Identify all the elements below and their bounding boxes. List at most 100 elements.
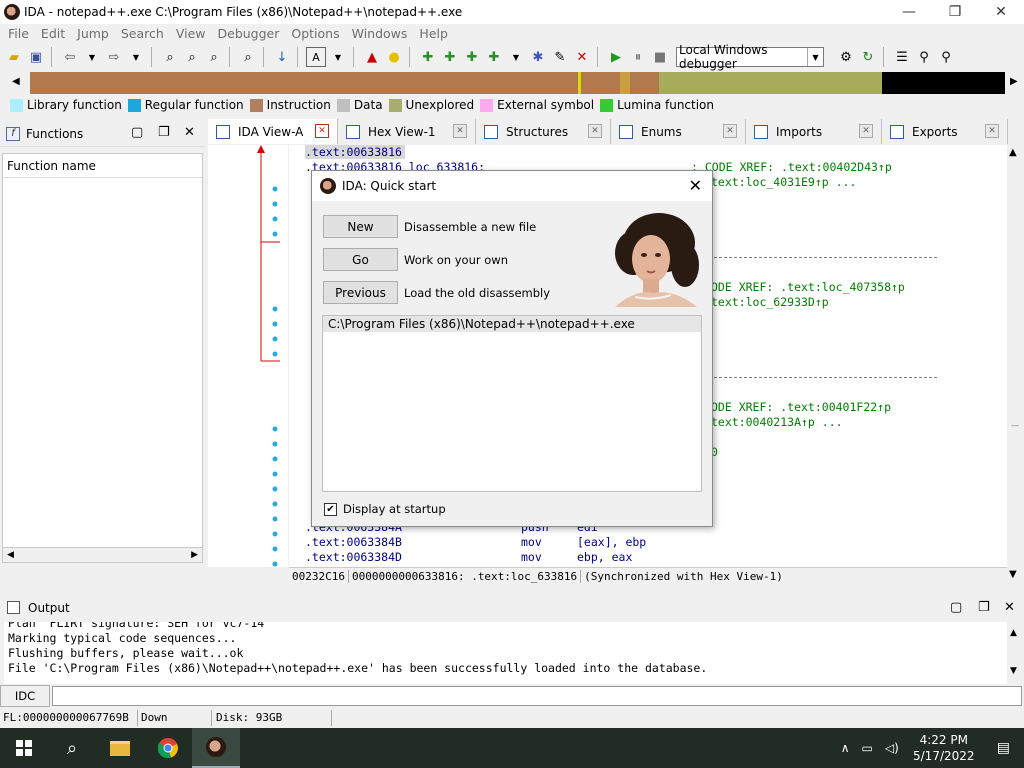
checkmark-icon[interactable]: ✔ — [324, 502, 337, 516]
breakpoints-list-icon[interactable]: ☰ — [892, 47, 912, 67]
close-tab-icon[interactable]: ✕ — [315, 124, 329, 138]
nav-band-right-arrow-icon[interactable]: ▶ — [1010, 76, 1018, 87]
notifications-icon[interactable]: ▤ — [983, 740, 1024, 756]
scroll-right-icon[interactable]: ▶ — [191, 550, 198, 560]
float-panel-icon[interactable]: ❐ — [158, 125, 170, 140]
menu-view[interactable]: View — [170, 26, 212, 41]
float-panel-icon[interactable]: ❐ — [978, 600, 990, 615]
close-tab-icon[interactable]: ✕ — [723, 124, 737, 138]
display-at-startup-checkbox[interactable]: ✔ Display at startup — [324, 502, 446, 516]
refresh-icon[interactable]: ↻ — [858, 47, 878, 67]
close-panel-icon[interactable]: ✕ — [1004, 600, 1015, 615]
search-next-icon[interactable]: ⌕ — [204, 47, 224, 67]
chevron-down-icon[interactable]: ▼ — [82, 47, 102, 67]
disasm-line[interactable]: .text:0063384D — [305, 550, 402, 564]
menu-help[interactable]: Help — [413, 26, 454, 41]
file-explorer-icon[interactable] — [96, 728, 144, 768]
add-function-icon[interactable]: ✚ — [418, 47, 438, 67]
close-window-button[interactable]: ✕ — [978, 0, 1024, 24]
tab-enums[interactable]: Enums ✕ — [611, 119, 746, 144]
chevron-down-icon[interactable]: ▼ — [807, 48, 823, 66]
back-arrow-icon[interactable]: ⇦ — [60, 47, 80, 67]
menu-options[interactable]: Options — [285, 26, 345, 41]
search-binary-icon[interactable]: ⌕ — [160, 47, 180, 67]
menu-jump[interactable]: Jump — [71, 26, 115, 41]
disasm-line[interactable]: .text:00633816 — [305, 145, 405, 159]
debugger-select[interactable]: Local Windows debugger ▼ — [676, 43, 824, 71]
functions-list[interactable]: Function name — [2, 153, 203, 563]
forward-arrow-icon[interactable]: ⇨ — [104, 47, 124, 67]
clock[interactable]: 4:22 PM 5/17/2022 — [905, 732, 983, 764]
jump-down-icon[interactable]: ↓ — [272, 47, 292, 67]
tab-ida-view-a[interactable]: IDA View-A ✕ — [208, 119, 338, 144]
search-text-icon[interactable]: ⌕ — [182, 47, 202, 67]
delete-icon[interactable]: ✕ — [572, 47, 592, 67]
text-mode-icon[interactable]: A — [306, 47, 326, 67]
maximize-panel-icon[interactable]: ▢ — [131, 125, 143, 140]
menu-windows[interactable]: Windows — [346, 26, 414, 41]
tab-imports[interactable]: Imports ✕ — [746, 119, 882, 144]
disasm-vscrollbar[interactable]: ▲ — ▼ — [1007, 145, 1024, 585]
functions-hscrollbar[interactable]: ◀ ▶ — [2, 547, 203, 563]
tab-exports[interactable]: Exports ✕ — [882, 119, 1008, 144]
close-tab-icon[interactable]: ✕ — [588, 124, 602, 138]
ida-taskbar-icon[interactable] — [192, 728, 240, 768]
add-breakpoint-icon[interactable]: ⚲ — [914, 47, 934, 67]
recent-files-list[interactable]: C:\Program Files (x86)\Notepad++\notepad… — [322, 315, 702, 492]
scroll-down-icon[interactable]: ▼ — [1010, 666, 1017, 676]
minimize-button[interactable]: — — [886, 0, 932, 24]
close-panel-icon[interactable]: ✕ — [184, 125, 195, 140]
navigation-band[interactable] — [30, 72, 1006, 94]
menu-debugger[interactable]: Debugger — [212, 26, 286, 41]
add-enum-icon[interactable]: ✚ — [484, 47, 504, 67]
menu-file[interactable]: File — [2, 26, 35, 41]
output-log[interactable]: Plan FLIRT signature: SEH for vc7-14 Mar… — [4, 622, 1007, 684]
chevron-down-icon[interactable]: ▼ — [126, 47, 146, 67]
command-input[interactable] — [52, 686, 1022, 706]
attach-icon[interactable]: ⚙ — [836, 47, 856, 67]
close-tab-icon[interactable]: ✕ — [985, 124, 999, 138]
add-segment-icon[interactable]: ✚ — [440, 47, 460, 67]
idc-language-button[interactable]: IDC — [0, 685, 50, 707]
search-icon[interactable]: ⌕ — [48, 728, 96, 768]
scroll-down-icon[interactable]: ▼ — [1009, 569, 1017, 580]
close-tab-icon[interactable]: ✕ — [859, 124, 873, 138]
start-debug-icon[interactable]: ▶ — [606, 47, 626, 67]
disasm-line[interactable]: .text:0063384B — [305, 535, 402, 549]
lightbulb-icon[interactable]: ● — [384, 47, 404, 67]
graph-warning-icon[interactable]: ▲ — [362, 47, 382, 67]
close-tab-icon[interactable]: ✕ — [453, 124, 467, 138]
chrome-icon[interactable] — [144, 728, 192, 768]
tab-hex-view-1[interactable]: Hex View-1 ✕ — [338, 119, 476, 144]
save-icon[interactable]: ▣ — [26, 47, 46, 67]
plugin-icon[interactable]: ✱ — [528, 47, 548, 67]
chevron-down-icon[interactable]: ▼ — [506, 47, 526, 67]
binoculars-icon[interactable]: ⌕ — [238, 47, 258, 67]
recent-file-item[interactable]: C:\Program Files (x86)\Notepad++\notepad… — [323, 316, 701, 332]
tab-structures[interactable]: Structures ✕ — [476, 119, 611, 144]
stop-icon[interactable]: ■ — [650, 47, 670, 67]
scroll-up-icon[interactable]: ▲ — [1010, 628, 1017, 638]
menu-edit[interactable]: Edit — [35, 26, 71, 41]
delete-breakpoint-icon[interactable]: ⚲ — [936, 47, 956, 67]
scroll-up-icon[interactable]: ▲ — [1009, 147, 1017, 158]
patch-icon[interactable]: ✎ — [550, 47, 570, 67]
add-struct-icon[interactable]: ✚ — [462, 47, 482, 67]
restore-button[interactable]: ❐ — [932, 0, 978, 24]
new-button[interactable]: New — [323, 215, 398, 238]
windows-start-icon[interactable] — [0, 728, 48, 768]
scroll-left-icon[interactable]: ◀ — [7, 550, 14, 560]
maximize-panel-icon[interactable]: ▢ — [950, 600, 962, 615]
close-dialog-icon[interactable]: ✕ — [689, 176, 702, 195]
volume-icon[interactable]: ◁) — [879, 741, 905, 755]
chevron-up-icon[interactable]: ∧ — [835, 741, 856, 755]
open-folder-icon[interactable]: ▰ — [4, 47, 24, 67]
menu-search[interactable]: Search — [115, 26, 170, 41]
network-icon[interactable]: ▭ — [856, 741, 879, 755]
pause-icon[interactable]: ⏸ — [628, 47, 648, 67]
chevron-down-icon[interactable]: ▼ — [328, 47, 348, 67]
go-button[interactable]: Go — [323, 248, 398, 271]
function-name-column-header[interactable]: Function name — [3, 154, 202, 178]
previous-button[interactable]: Previous — [323, 281, 398, 304]
nav-band-left-arrow-icon[interactable]: ◀ — [12, 76, 20, 87]
